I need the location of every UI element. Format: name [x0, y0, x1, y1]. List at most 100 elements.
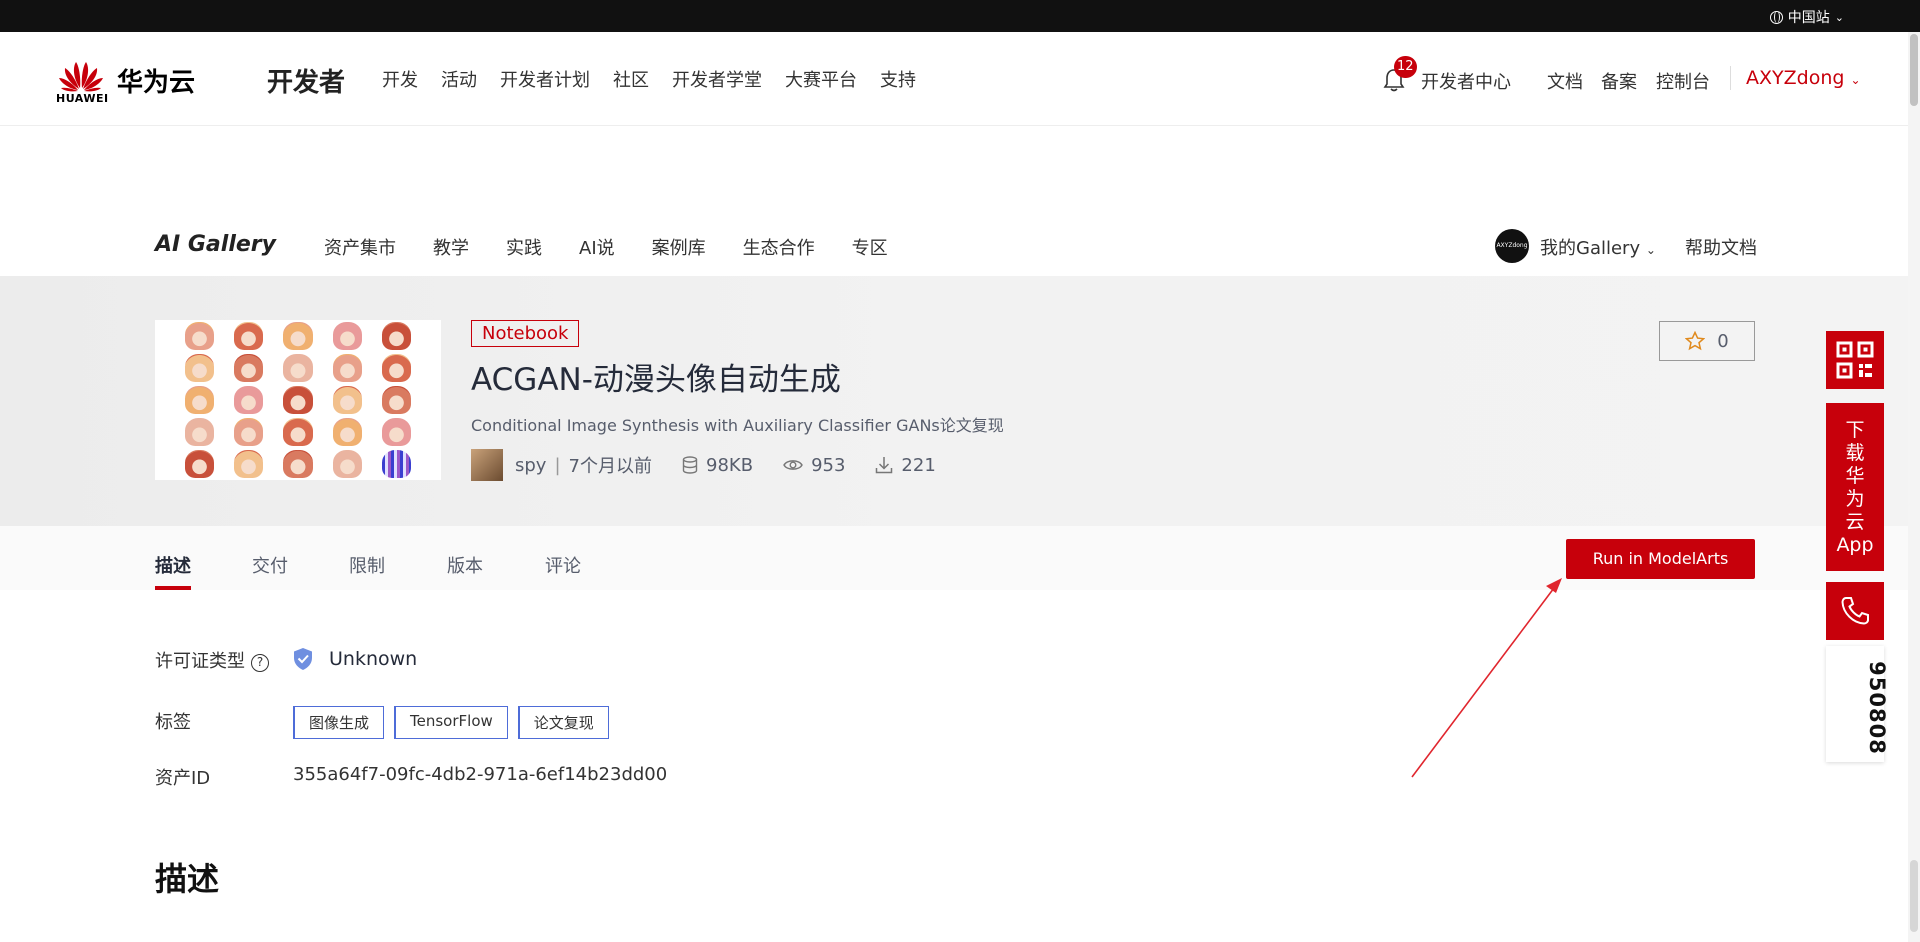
qr-code-button[interactable] — [1826, 331, 1884, 389]
license-label: 许可证类型 — [155, 651, 245, 672]
tab-description[interactable]: 描述 — [155, 552, 191, 578]
chevron-down-icon: ⌄ — [1645, 243, 1656, 257]
thumbnail-face — [332, 418, 362, 446]
region-selector[interactable]: 中国站 ⌄ — [1769, 7, 1844, 27]
gallery-menu-zone[interactable]: 专区 — [852, 234, 888, 260]
star-count: 0 — [1717, 330, 1729, 352]
notification-badge: 12 — [1394, 56, 1417, 78]
scrollbar-track[interactable] — [1908, 32, 1920, 942]
thumbnail-face — [381, 418, 411, 446]
filing-link[interactable]: 备案 — [1601, 68, 1637, 94]
asset-tabs: 描述 交付 限制 版本 评论 Run in ModelArts — [0, 526, 1908, 590]
gallery-menu-teaching[interactable]: 教学 — [433, 234, 469, 260]
region-label: 中国站 — [1787, 10, 1830, 26]
run-in-modelarts-button[interactable]: Run in ModelArts — [1566, 539, 1755, 579]
asset-id-value: 355a64f7-09fc-4db2-971a-6ef14b23dd00 — [293, 764, 668, 785]
user-menu[interactable]: AXYZdong ⌄ — [1746, 67, 1861, 89]
thumbnail-face — [283, 354, 313, 382]
top-nav: 开发 活动 开发者计划 社区 开发者学堂 大赛平台 支持 — [382, 66, 939, 92]
thumbnail-face — [185, 322, 215, 350]
gallery-menu-cases[interactable]: 案例库 — [652, 234, 706, 260]
thumbnail-face — [234, 450, 264, 478]
help-docs-link[interactable]: 帮助文档 — [1685, 234, 1757, 260]
license-row-label: 许可证类型? — [155, 647, 269, 673]
star-button[interactable]: 0 — [1659, 321, 1755, 361]
nav-item-academy[interactable]: 开发者学堂 — [672, 66, 762, 92]
site-header: HUAWEI 华为云 开发者 开发 活动 开发者计划 社区 开发者学堂 大赛平台… — [0, 32, 1908, 126]
license-value: Unknown — [329, 648, 418, 670]
meta-separator: | — [554, 454, 561, 476]
author-avatar[interactable] — [471, 449, 503, 481]
my-gallery-menu[interactable]: 我的Gallery ⌄ — [1540, 234, 1656, 260]
phone-icon — [1841, 597, 1869, 625]
gallery-menu: 资产集市 教学 实践 AI说 案例库 生态合作 专区 — [324, 234, 925, 260]
eye-icon — [783, 460, 803, 470]
console-link[interactable]: 控制台 — [1656, 68, 1710, 94]
nav-item-dev-plan[interactable]: 开发者计划 — [500, 66, 590, 92]
gallery-menu-ai-talk[interactable]: AI说 — [579, 234, 615, 260]
phone-button[interactable] — [1826, 582, 1884, 640]
username: AXYZdong — [1746, 67, 1845, 89]
asset-size: 98KB — [706, 454, 754, 476]
thumbnail-face — [381, 322, 411, 350]
download-count: 221 — [901, 454, 936, 476]
help-icon[interactable]: ? — [251, 654, 269, 672]
avatar[interactable]: AXYZdong — [1495, 229, 1529, 263]
thumbnail-face — [283, 386, 313, 414]
docs-link[interactable]: 文档 — [1547, 68, 1583, 94]
description-heading: 描述 — [155, 860, 220, 898]
tag-chip[interactable]: TensorFlow — [394, 706, 508, 739]
tag-list: 图像生成 TensorFlow 论文复现 — [293, 706, 609, 739]
app-char: 云 — [1845, 511, 1865, 533]
nav-item-develop[interactable]: 开发 — [382, 66, 418, 92]
thumbnail-face — [234, 386, 264, 414]
tag-chip[interactable]: 论文复现 — [517, 706, 609, 739]
ai-gallery-logo[interactable]: AI Gallery — [155, 232, 276, 257]
nav-item-community[interactable]: 社区 — [613, 66, 649, 92]
thumbnail-face — [234, 418, 264, 446]
scrollbar-thumb-secondary[interactable] — [1910, 860, 1918, 932]
globe-icon — [1769, 10, 1783, 24]
shield-check-icon — [294, 648, 312, 670]
asset-thumbnail — [155, 320, 441, 480]
nav-item-activity[interactable]: 活动 — [441, 66, 477, 92]
gallery-menu-practice[interactable]: 实践 — [506, 234, 542, 260]
download-app-button[interactable]: 下 载 华 为 云 App — [1826, 403, 1884, 571]
scrollbar-thumb[interactable] — [1910, 34, 1918, 106]
gallery-menu-market[interactable]: 资产集市 — [324, 234, 396, 260]
app-char: 下 — [1845, 419, 1865, 441]
qr-code-icon — [1836, 341, 1874, 379]
hotline-number: 950808 — [1826, 646, 1889, 762]
thumbnail-face — [381, 450, 411, 478]
gallery-menu-ecosystem[interactable]: 生态合作 — [743, 234, 815, 260]
tab-comments[interactable]: 评论 — [545, 552, 581, 578]
thumbnail-face — [332, 386, 362, 414]
app-char: App — [1836, 534, 1874, 556]
asset-hero: Notebook ACGAN-动漫头像自动生成 Conditional Imag… — [0, 276, 1908, 526]
tag-chip[interactable]: 图像生成 — [293, 706, 385, 739]
brand-name[interactable]: 华为云 — [117, 62, 195, 99]
nav-item-contest[interactable]: 大赛平台 — [785, 66, 857, 92]
size-stat: 98KB — [682, 455, 753, 476]
chevron-down-icon: ⌄ — [1850, 73, 1861, 87]
nav-item-support[interactable]: 支持 — [880, 66, 916, 92]
header-divider — [1730, 66, 1731, 90]
author-name[interactable]: spy — [515, 455, 546, 476]
tab-delivery[interactable]: 交付 — [252, 552, 288, 578]
publish-time: 7个月以前 — [568, 456, 652, 477]
thumbnail-face — [234, 322, 264, 350]
thumbnail-face — [234, 354, 264, 382]
thumbnail-face — [283, 322, 313, 350]
download-icon — [876, 457, 893, 474]
thumbnail-face — [381, 354, 411, 382]
section-title[interactable]: 开发者 — [267, 62, 345, 99]
thumbnail-face — [332, 322, 362, 350]
dev-center-link[interactable]: 开发者中心 — [1421, 68, 1511, 94]
gallery-nav: AI Gallery 资产集市 教学 实践 AI说 案例库 生态合作 专区 AX… — [0, 228, 1908, 276]
active-tab-indicator — [155, 586, 191, 590]
my-gallery-label: 我的Gallery — [1540, 238, 1641, 259]
app-char: 载 — [1845, 442, 1865, 464]
tags-label: 标签 — [155, 712, 191, 733]
tab-restrictions[interactable]: 限制 — [349, 552, 385, 578]
tab-versions[interactable]: 版本 — [447, 552, 483, 578]
